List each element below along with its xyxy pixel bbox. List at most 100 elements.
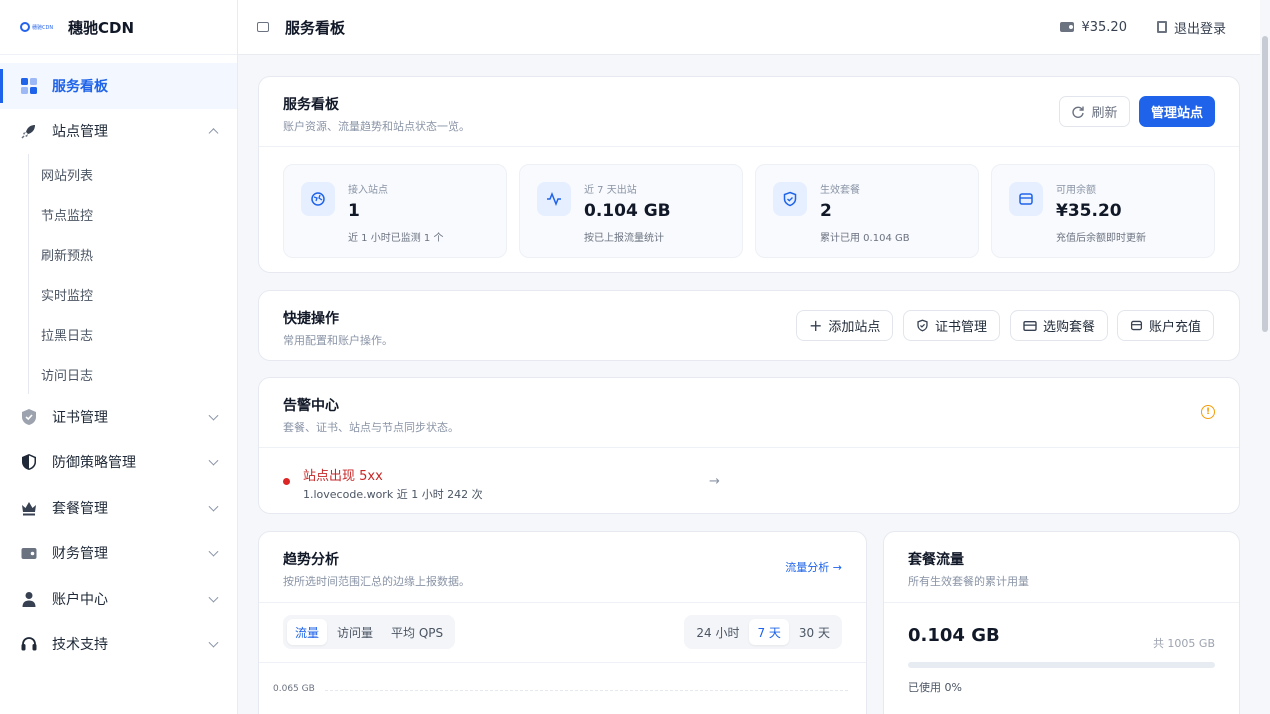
sidebar-item-label: 服务看板	[52, 78, 108, 95]
overview-card: 服务看板 账户资源、流量趋势和站点状态一览。 刷新 管理站点 接入站点 1 近 …	[258, 76, 1240, 273]
sites-submenu: 网站列表 节点监控 刷新预热 实时监控 拉黑日志 访问日志	[28, 154, 237, 394]
submenu-item-node-monitor[interactable]: 节点监控	[29, 194, 237, 234]
metric-switch: 流量 访问量 平均 QPS	[283, 615, 456, 649]
gridline	[325, 690, 848, 691]
wallet-icon	[20, 544, 38, 562]
sidebar-item-label: 财务管理	[52, 546, 108, 563]
sidebar-item-defense[interactable]: 防御策略管理	[0, 440, 237, 486]
sidebar: 穗驰CDN 穗驰CDN 服务看板 站点管理 网站列表 节点监控 刷新预热 实时监…	[0, 0, 238, 714]
page-scrollbar-thumb[interactable]	[1262, 36, 1268, 332]
package-traffic-title: 套餐流量	[908, 552, 964, 568]
trend-subtitle: 按所选时间范围汇总的边缘上报数据。	[283, 575, 470, 588]
chevron-down-icon	[208, 410, 219, 421]
metric-qps-tab[interactable]: 平均 QPS	[383, 619, 451, 645]
stat-value: 2	[820, 201, 832, 221]
sidebar-item-account[interactable]: 账户中心	[0, 576, 237, 622]
submenu-item-purge-prefetch[interactable]: 刷新预热	[29, 234, 237, 274]
cert-manage-label: 证书管理	[935, 320, 988, 335]
package-traffic-card: 套餐流量 所有生效套餐的累计用量 0.104 GB 共 1005 GB 已使用 …	[883, 531, 1240, 714]
recharge-label: 账户充值	[1149, 320, 1202, 335]
globe-icon	[301, 182, 335, 216]
dashboard-icon	[20, 77, 38, 95]
stat-label: 生效套餐	[820, 185, 860, 196]
package-usage-progress	[908, 662, 1215, 668]
alert-status-dot	[283, 478, 290, 485]
y-axis-tick: 0.065 GB	[273, 684, 315, 694]
brand-logo-icon: 穗驰CDN	[20, 21, 62, 33]
range-24h-tab[interactable]: 24 小时	[688, 619, 747, 645]
wallet-card-icon	[1130, 320, 1143, 331]
sidebar-item-finance[interactable]: 财务管理	[0, 531, 237, 577]
cert-manage-button[interactable]: 证书管理	[903, 310, 1001, 341]
buy-package-label: 选购套餐	[1043, 320, 1096, 335]
stat-value: 0.104 GB	[584, 201, 671, 221]
shield-half-icon	[20, 453, 38, 471]
stat-note: 充值后余额即时更新	[1056, 233, 1146, 244]
submenu-item-access-log[interactable]: 访问日志	[29, 354, 237, 394]
package-used-value: 0.104 GB	[908, 625, 1000, 646]
stat-card-packages: 生效套餐 2 累计已用 0.104 GB	[755, 164, 979, 258]
shield-check-icon	[773, 182, 807, 216]
chevron-down-icon	[208, 455, 219, 466]
stat-card-balance: 可用余额 ¥35.20 充值后余额即时更新	[991, 164, 1215, 258]
recharge-button[interactable]: 账户充值	[1117, 310, 1215, 341]
stat-note: 按已上报流量统计	[584, 233, 664, 244]
page-scrollbar[interactable]	[1260, 0, 1270, 714]
sidebar-item-packages[interactable]: 套餐管理	[0, 485, 237, 531]
trend-title: 趋势分析	[283, 552, 339, 568]
quick-actions-card: 快捷操作 常用配置和账户操作。 + 添加站点 证书管理 选购套餐 账户充值	[258, 290, 1240, 361]
stat-note: 累计已用 0.104 GB	[820, 233, 910, 244]
sidebar-item-label: 套餐管理	[52, 500, 108, 517]
sidebar-item-label: 站点管理	[52, 124, 108, 141]
chevron-down-icon	[208, 592, 219, 603]
package-total-value: 共 1005 GB	[1152, 637, 1215, 650]
wallet-icon	[1060, 22, 1075, 32]
refresh-icon	[1072, 106, 1085, 118]
sidebar-item-label: 技术支持	[52, 637, 108, 654]
submenu-item-block-log[interactable]: 拉黑日志	[29, 314, 237, 354]
brand[interactable]: 穗驰CDN 穗驰CDN	[0, 0, 237, 55]
alert-center-subtitle: 套餐、证书、站点与节点同步状态。	[283, 421, 459, 434]
chevron-down-icon	[208, 501, 219, 512]
sidebar-item-certificates[interactable]: 证书管理	[0, 394, 237, 440]
add-site-button[interactable]: + 添加站点	[796, 310, 894, 341]
range-30d-tab[interactable]: 30 天	[791, 619, 838, 645]
arrow-right-icon[interactable]: →	[709, 474, 720, 489]
logout-button[interactable]: 退出登录	[1156, 18, 1226, 37]
trend-card: 趋势分析 按所选时间范围汇总的边缘上报数据。 流量分析 → 流量 访问量 平均 …	[258, 531, 867, 714]
refresh-button[interactable]: 刷新	[1059, 96, 1130, 127]
metric-visits-tab[interactable]: 访问量	[329, 619, 381, 645]
buy-package-button[interactable]: 选购套餐	[1010, 310, 1109, 341]
manage-sites-button[interactable]: 管理站点	[1139, 96, 1215, 127]
add-site-label: 添加站点	[828, 320, 881, 335]
alert-center-card: 告警中心 套餐、证书、站点与节点同步状态。 ! 站点出现 5xx 1.lovec…	[258, 377, 1240, 514]
stat-card-outbound: 近 7 天出站 0.104 GB 按已上报流量统计	[519, 164, 743, 258]
wallet-card-icon	[1009, 182, 1043, 216]
refresh-label: 刷新	[1091, 106, 1118, 121]
headset-icon	[20, 635, 38, 653]
logout-icon	[1156, 21, 1167, 33]
warning-icon: !	[1201, 405, 1215, 419]
metric-traffic-tab[interactable]: 流量	[287, 619, 328, 645]
crown-icon	[20, 499, 38, 517]
activity-icon	[537, 182, 571, 216]
stat-value: 1	[348, 201, 360, 221]
alert-description: 1.lovecode.work 近 1 小时 242 次	[303, 488, 483, 501]
sidebar-item-label: 证书管理	[52, 409, 108, 426]
submenu-item-site-list[interactable]: 网站列表	[29, 154, 237, 194]
submenu-item-realtime-monitor[interactable]: 实时监控	[29, 274, 237, 314]
stat-note: 近 1 小时已监测 1 个	[348, 233, 444, 244]
panel-icon[interactable]	[257, 22, 269, 32]
stat-label: 近 7 天出站	[584, 185, 637, 196]
balance-link[interactable]: ¥35.20	[1060, 20, 1127, 35]
sidebar-item-sites[interactable]: 站点管理	[0, 109, 237, 155]
rocket-icon	[20, 122, 38, 140]
range-7d-tab[interactable]: 7 天	[749, 619, 789, 645]
stat-label: 可用余额	[1056, 185, 1096, 196]
plus-icon: +	[809, 315, 823, 335]
chevron-up-icon	[208, 128, 219, 139]
range-switch: 24 小时 7 天 30 天	[684, 615, 842, 649]
sidebar-item-dashboard[interactable]: 服务看板	[0, 63, 237, 109]
traffic-analysis-link[interactable]: 流量分析 →	[785, 559, 842, 575]
sidebar-item-support[interactable]: 技术支持	[0, 622, 237, 668]
